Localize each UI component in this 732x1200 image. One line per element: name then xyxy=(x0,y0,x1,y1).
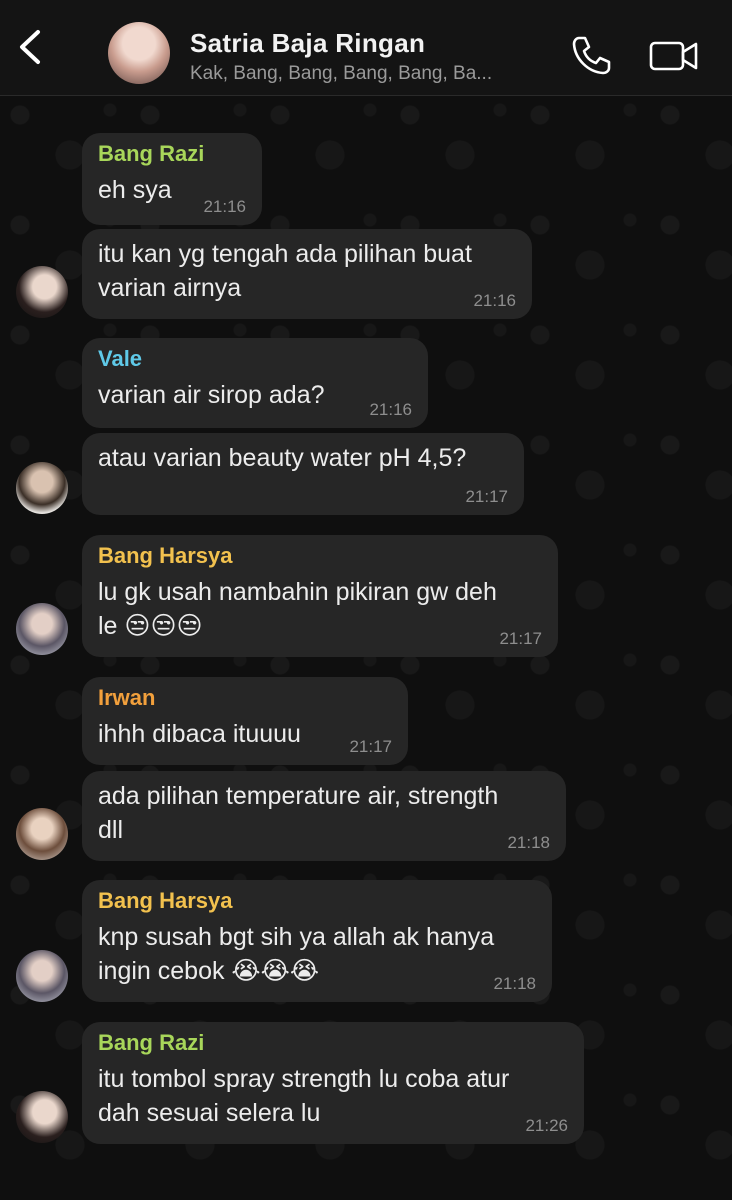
message-bubble[interactable]: Vale varian air sirop ada? 21:16 xyxy=(82,338,428,428)
message-time: 21:17 xyxy=(349,737,392,756)
message-text: lu gk usah nambahin pikiran gw deh le 😒😒… xyxy=(98,578,497,640)
chevron-left-icon xyxy=(20,30,40,64)
message-time: 21:17 xyxy=(499,629,542,648)
message-sender: Bang Harsya xyxy=(98,543,233,568)
message-time: 21:26 xyxy=(525,1116,568,1135)
sender-avatar[interactable] xyxy=(16,808,68,860)
message-text: itu kan yg tengah ada pilihan buat varia… xyxy=(98,240,472,302)
sender-avatar[interactable] xyxy=(16,950,68,1002)
message-bubble[interactable]: Irwan ihhh dibaca ituuuu 21:17 xyxy=(82,677,408,765)
group-members-subtitle[interactable]: Kak, Bang, Bang, Bang, Bang, Ba... xyxy=(190,63,492,85)
group-title[interactable]: Satria Baja Ringan xyxy=(190,28,425,59)
video-camera-icon xyxy=(649,41,698,71)
message-bubble[interactable]: itu kan yg tengah ada pilihan buat varia… xyxy=(82,229,532,319)
message-time: 21:17 xyxy=(465,487,508,506)
message-bubble[interactable]: Bang Razi itu tombol spray strength lu c… xyxy=(82,1022,584,1144)
chat-header: Satria Baja Ringan Kak, Bang, Bang, Bang… xyxy=(0,0,732,96)
message-text: ihhh dibaca ituuuu xyxy=(98,720,301,748)
message-sender: Vale xyxy=(98,346,143,371)
sender-avatar[interactable] xyxy=(16,1091,68,1143)
message-bubble[interactable]: Bang Harsya knp susah bgt sih ya allah a… xyxy=(82,880,552,1002)
message-bubble[interactable]: Bang Harsya lu gk usah nambahin pikiran … xyxy=(82,535,558,657)
message-bubble[interactable]: Bang Razi eh sya 21:16 xyxy=(82,133,262,225)
message-text: knp susah bgt sih ya allah ak hanya ingi… xyxy=(98,923,495,985)
voice-call-button[interactable] xyxy=(570,34,612,76)
video-call-button[interactable] xyxy=(648,38,700,74)
message-text: atau varian beauty water pH 4,5? xyxy=(98,444,467,472)
group-avatar[interactable] xyxy=(108,22,170,84)
back-button[interactable] xyxy=(10,24,50,70)
message-sender: Bang Harsya xyxy=(98,888,233,913)
message-time: 21:18 xyxy=(493,974,536,993)
message-time: 21:16 xyxy=(473,291,516,310)
message-time: 21:16 xyxy=(369,400,412,419)
phone-icon xyxy=(572,36,611,75)
sender-avatar[interactable] xyxy=(16,603,68,655)
sender-avatar[interactable] xyxy=(16,462,68,514)
message-sender: Bang Razi xyxy=(98,141,205,166)
sender-avatar[interactable] xyxy=(16,266,68,318)
message-time: 21:18 xyxy=(507,833,550,852)
message-text: ada pilihan temperature air, strength dl… xyxy=(98,782,499,844)
message-bubble[interactable]: atau varian beauty water pH 4,5? 21:17 xyxy=(82,433,524,515)
message-bubble[interactable]: ada pilihan temperature air, strength dl… xyxy=(82,771,566,861)
message-time: 21:16 xyxy=(203,197,246,216)
message-sender: Irwan xyxy=(98,685,156,710)
message-sender: Bang Razi xyxy=(98,1030,205,1055)
message-text: varian air sirop ada? xyxy=(98,381,325,409)
message-text: itu tombol spray strength lu coba atur d… xyxy=(98,1065,510,1127)
